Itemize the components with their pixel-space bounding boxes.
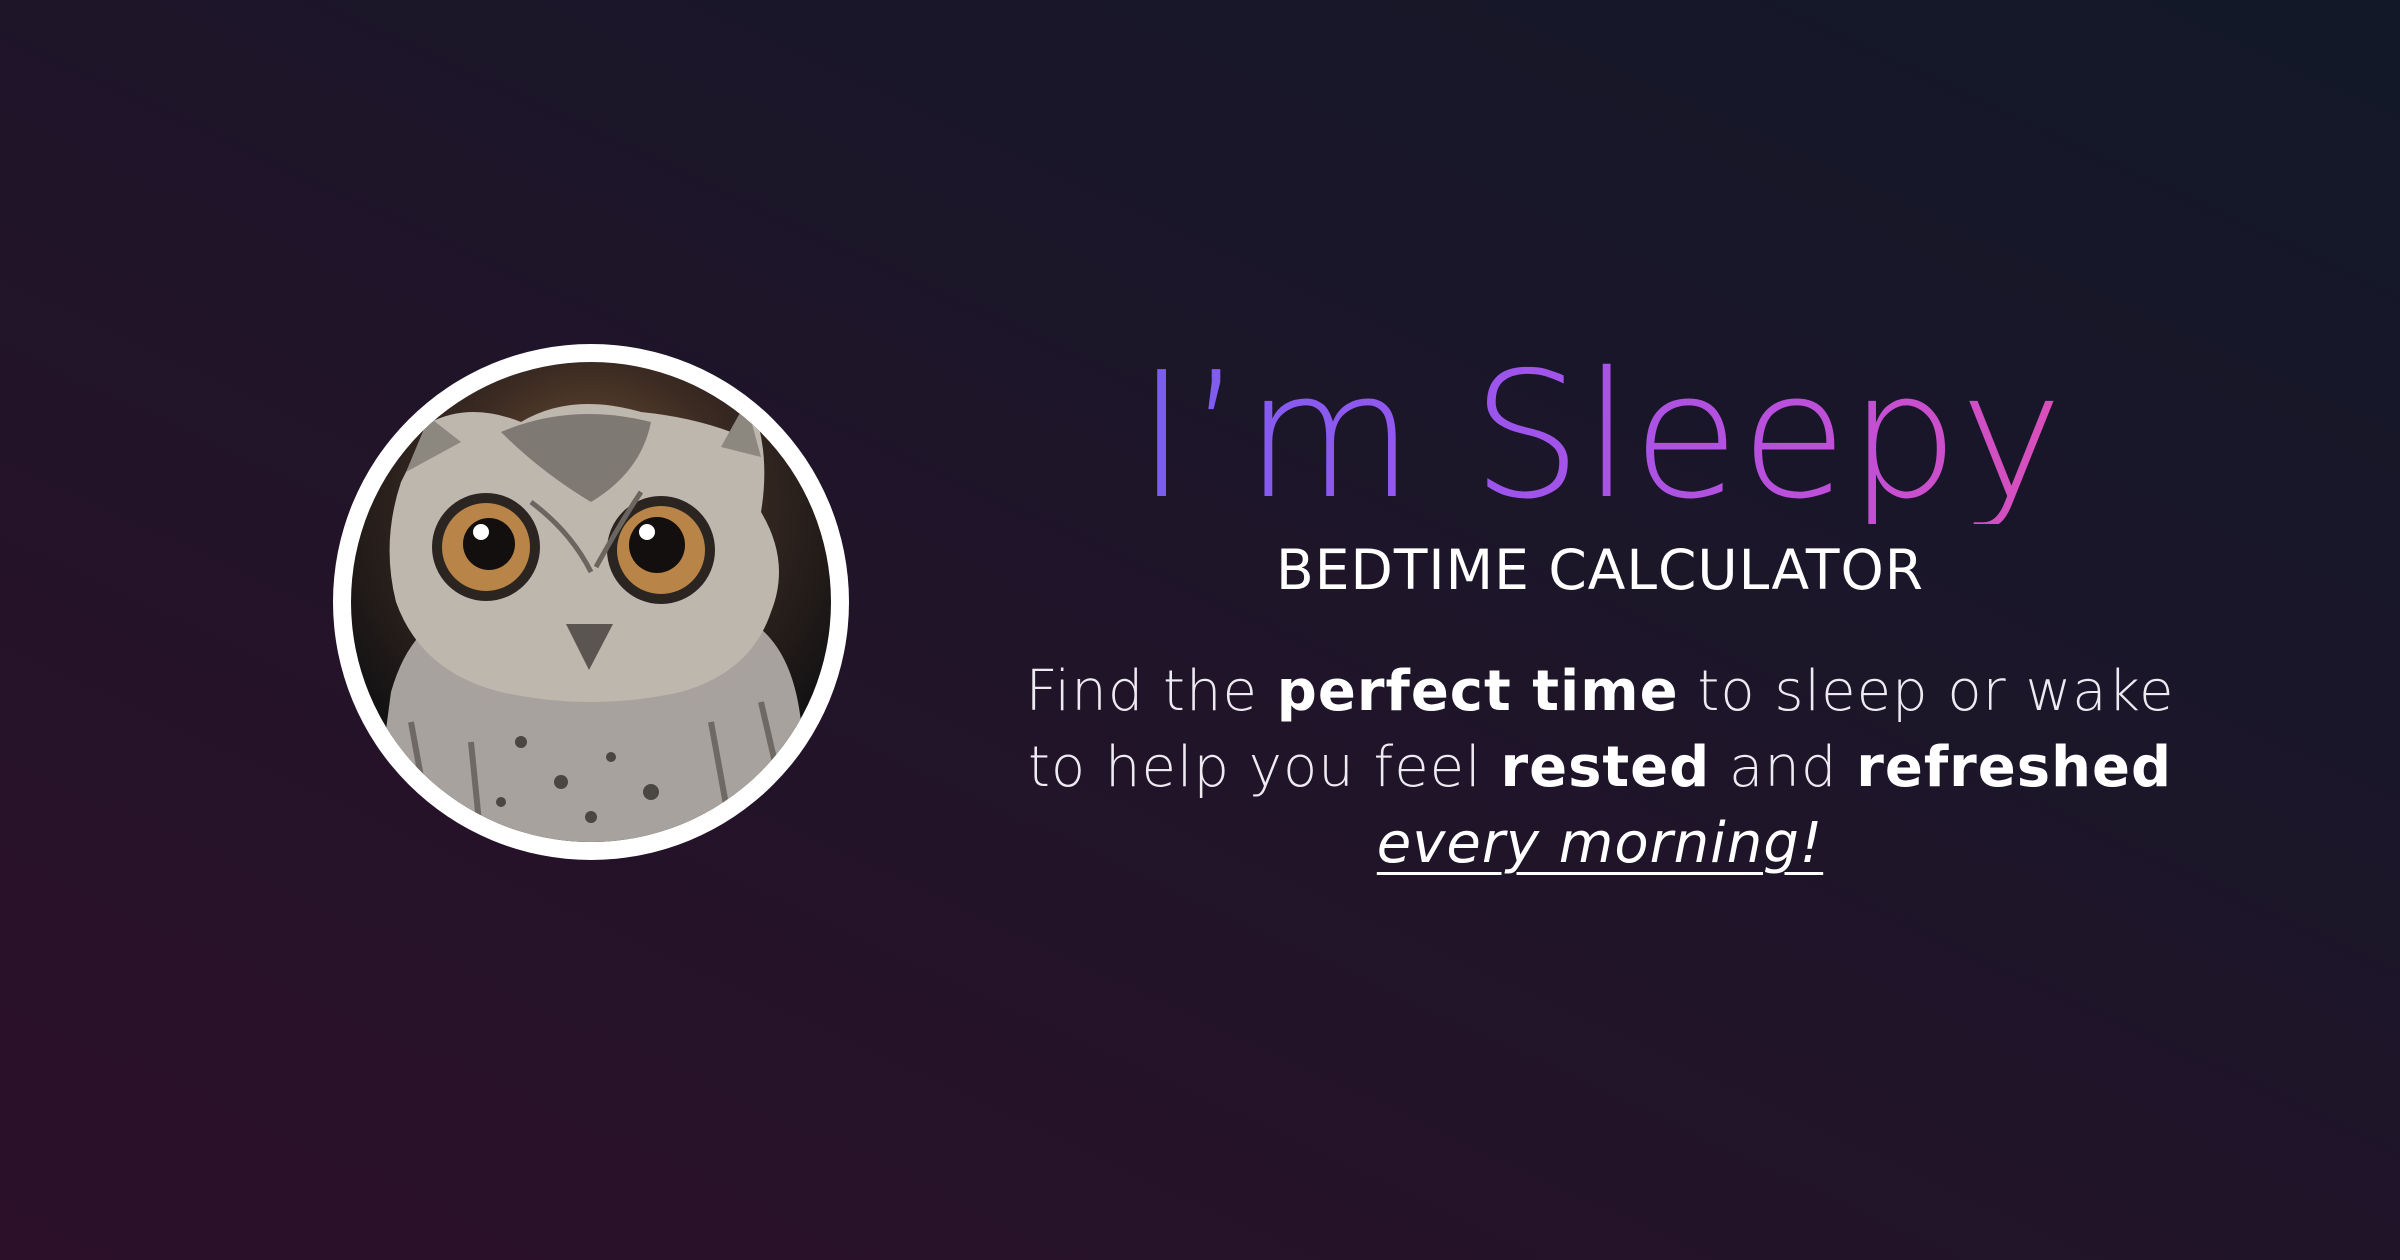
hero-description: Find the perfect time to sleep or wake t…	[1000, 654, 2200, 882]
hero-text: I’m Sleepy BEDTIME CALCULATOR Find the p…	[1000, 350, 2200, 882]
owl-avatar	[333, 344, 849, 860]
description-bold: refreshed	[1856, 735, 2173, 800]
owl-icon	[371, 402, 821, 842]
description-text: and	[1710, 735, 1857, 800]
page: I’m Sleepy BEDTIME CALCULATOR Find the p…	[0, 0, 2400, 1260]
description-bold: rested	[1500, 735, 1711, 800]
description-bold: perfect time	[1276, 659, 1679, 724]
description-line-3: every morning!	[1000, 806, 2200, 882]
description-line-1: Find the perfect time to sleep or wake	[1000, 654, 2200, 730]
description-emphasis: every morning!	[1376, 811, 1824, 876]
description-text: to sleep or wake	[1678, 659, 2175, 724]
description-text: to help you feel	[1027, 735, 1501, 800]
description-text: Find the	[1025, 659, 1277, 724]
page-subtitle: BEDTIME CALCULATOR	[1275, 538, 1925, 602]
owl-image	[351, 362, 831, 842]
page-title: I’m Sleepy	[1000, 350, 2200, 524]
description-line-2: to help you feel rested and refreshed	[1000, 730, 2200, 806]
